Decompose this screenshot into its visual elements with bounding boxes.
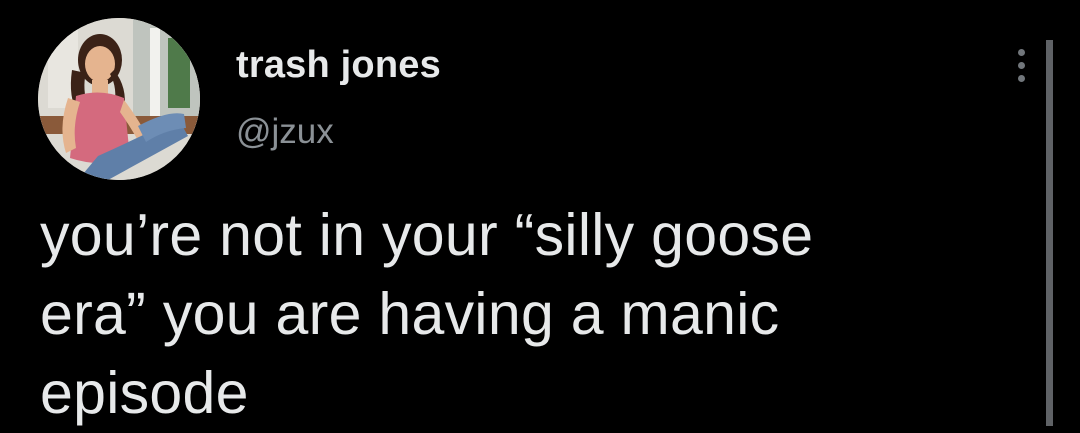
tweet-card: trash jones @jzux you’re not in your “si… bbox=[0, 0, 1080, 426]
tweet-text: you’re not in your “silly goose era” you… bbox=[40, 196, 920, 433]
tweet-text-line: era” you are having a manic bbox=[40, 281, 780, 347]
tweet-text-line: you’re not in your “silly goose bbox=[40, 202, 814, 268]
user-handle[interactable]: @jzux bbox=[236, 112, 334, 152]
avatar[interactable] bbox=[38, 18, 200, 180]
display-name[interactable]: trash jones bbox=[236, 44, 441, 87]
more-vertical-icon bbox=[1017, 61, 1025, 69]
more-vertical-icon bbox=[1017, 74, 1025, 82]
scrollbar[interactable] bbox=[1046, 40, 1053, 426]
more-options-button[interactable] bbox=[1003, 40, 1039, 90]
profile-photo-icon bbox=[38, 18, 200, 180]
tweet-text-line: episode bbox=[40, 360, 249, 426]
more-vertical-icon bbox=[1017, 48, 1025, 56]
